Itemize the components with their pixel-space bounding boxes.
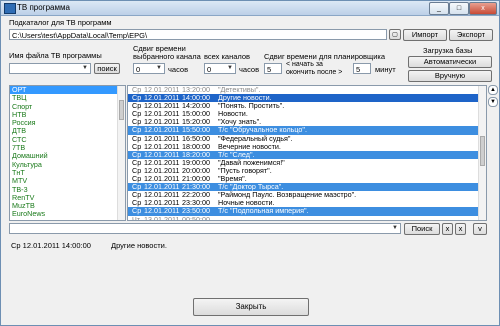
program-search-button[interactable]: Поиск — [404, 223, 440, 235]
dropdown-arrow-icon: ▼ — [392, 225, 398, 231]
channel-item[interactable]: Культура — [10, 160, 125, 169]
dropdown-arrow-icon: ▼ — [156, 65, 162, 71]
app-icon — [4, 3, 16, 14]
program-day: Чт — [132, 214, 141, 221]
minimize-button[interactable]: _ — [429, 2, 449, 15]
program-title: ... — [218, 214, 224, 221]
import-button[interactable]: Импорт — [403, 29, 447, 41]
export-button[interactable]: Экспорт — [449, 29, 493, 41]
channel-items: ОРТ ТВЦ Спорт НТВ Россия ДТВ СТС 7ТВ Домашний Кул… — [10, 86, 125, 219]
close-window-button[interactable]: x — [469, 2, 497, 15]
program-scrollbar[interactable] — [478, 86, 486, 220]
shift-all-unit: часов — [239, 65, 260, 74]
shift-selected-combobox[interactable]: 0 ▼ — [133, 63, 165, 74]
shift-selected-value: 0 — [136, 65, 141, 74]
channel-item[interactable]: Спорт — [10, 102, 125, 111]
details-title: Другие новости. — [111, 241, 167, 250]
filename-label: Имя файла ТВ программы — [9, 51, 102, 60]
program-items: Ср 12.01.2011 13:20:00 "Детективы". Ср 12.01.… — [128, 86, 486, 221]
dropdown-arrow-icon: ▼ — [227, 65, 233, 71]
folder-path-field[interactable]: C:\Users\test\AppData\Local\Temp\EPG\ — [9, 29, 387, 40]
search-more-button[interactable]: v — [473, 223, 487, 235]
title-bar: ТВ программа _ □ x — [1, 1, 499, 16]
auto-load-button[interactable]: Автоматически — [408, 56, 492, 68]
channel-scrollbar[interactable] — [117, 86, 125, 220]
channel-list[interactable]: ОРТ ТВЦ Спорт НТВ Россия ДТВ СТС 7ТВ Домашний Кул… — [9, 85, 126, 221]
shift-selected-label-2: выбранного канала — [133, 52, 201, 61]
shift-plan-label: Сдвиг времени для планировщика — [264, 52, 385, 61]
shift-all-combobox[interactable]: 0 ▼ — [204, 63, 236, 74]
shift-all-value: 0 — [207, 65, 212, 74]
channel-item[interactable]: СТС — [10, 135, 125, 144]
channel-item[interactable]: Россия — [10, 118, 125, 127]
shift-all-label: всех каналов — [204, 52, 251, 61]
program-scroll-thumb[interactable] — [480, 136, 485, 166]
program-time: 00:50:00 — [182, 214, 210, 221]
channel-item[interactable]: ОРТ — [10, 86, 125, 95]
search-clear-button[interactable]: x — [442, 223, 453, 235]
scroll-down-icon[interactable]: ▼ — [488, 97, 498, 107]
maximize-button[interactable]: □ — [449, 2, 469, 15]
close-button[interactable]: Закрыть — [193, 298, 309, 316]
filename-combobox[interactable]: ▼ — [9, 63, 91, 74]
channel-item[interactable]: ТнТ — [10, 168, 125, 177]
channel-item[interactable]: EuroNews — [10, 210, 125, 219]
base-load-label: Загрузка базы — [423, 46, 473, 55]
dropdown-arrow-icon: ▼ — [82, 65, 88, 71]
manual-load-button[interactable]: Вручную — [408, 70, 492, 82]
program-search-combobox[interactable]: ▼ — [9, 223, 401, 234]
plan-end-label: окончить после > — [286, 69, 343, 76]
filename-search-button[interactable]: поиск — [94, 63, 120, 74]
program-title: Т/с "Подпольная империя". — [218, 206, 309, 216]
plan-start-input[interactable]: 5 — [264, 63, 282, 74]
window-title: ТВ программа — [17, 3, 70, 12]
program-row[interactable]: Чт 13.01.2011 00:50:00... — [128, 214, 486, 221]
search-close-button[interactable]: x — [455, 223, 466, 235]
shift-selected-unit: часов — [168, 65, 189, 74]
folder-label: Подкаталог для ТВ программ — [9, 18, 112, 27]
plan-start-label: < начать за — [286, 61, 323, 68]
channel-scroll-thumb[interactable] — [119, 100, 124, 120]
scroll-up-icon[interactable]: ▲ — [488, 85, 498, 95]
program-date: 13.01.2011 — [144, 214, 180, 221]
browse-folder-icon[interactable]: ▢ — [389, 29, 401, 40]
channel-item[interactable]: ДТВ — [10, 127, 125, 136]
tv-program-window: ТВ программа _ □ x Подкаталог для ТВ про… — [0, 0, 500, 326]
details-datetime: Ср 12.01.2011 14:00:00 — [11, 241, 91, 250]
plan-end-input[interactable]: 5 — [353, 63, 371, 74]
plan-end-unit: минут — [375, 65, 396, 74]
program-list[interactable]: Ср 12.01.2011 13:20:00 "Детективы". Ср 12.01.… — [127, 85, 487, 221]
